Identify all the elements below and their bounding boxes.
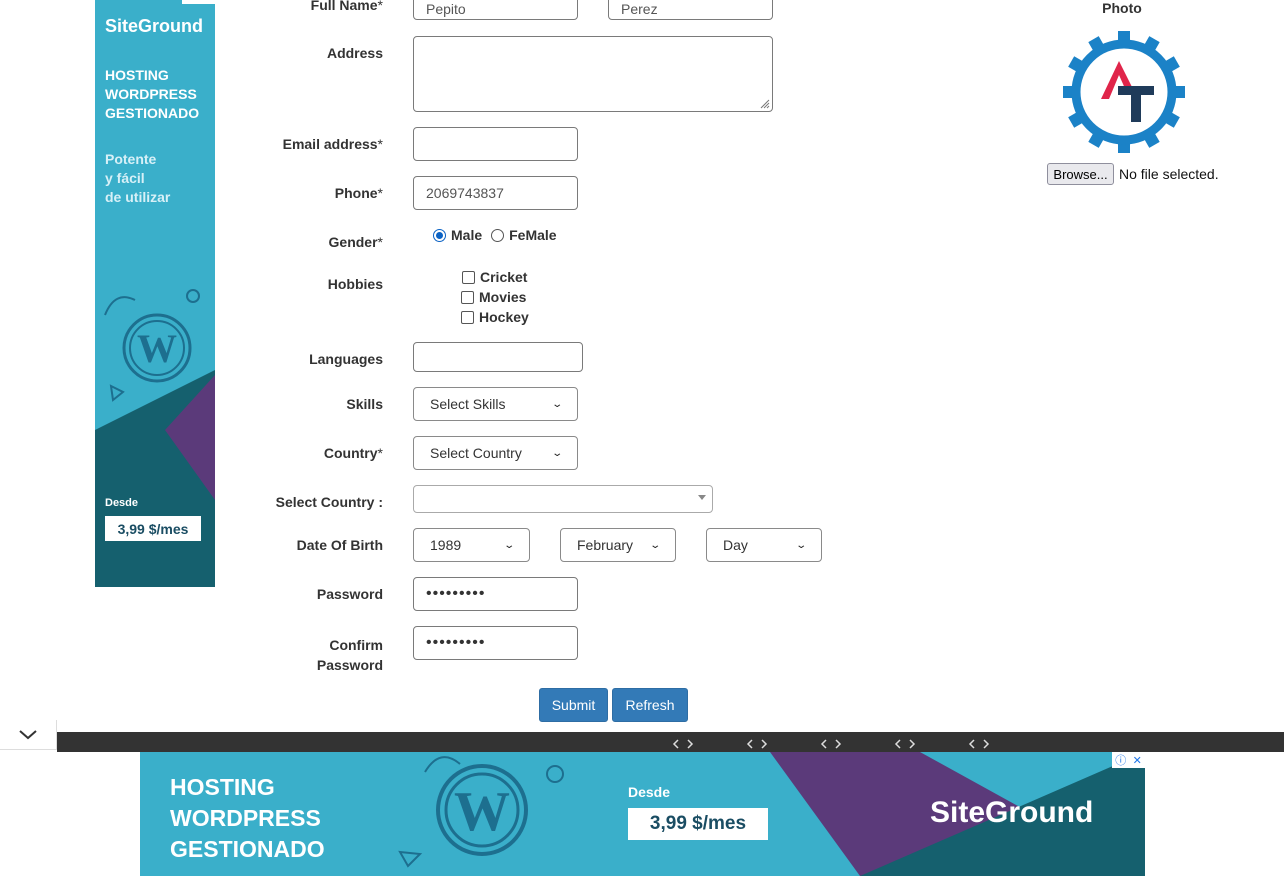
bottom-ad-headline: HOSTING WORDPRESS GESTIONADO xyxy=(170,774,325,862)
gender-female-radio[interactable] xyxy=(491,228,505,242)
svg-text:W: W xyxy=(137,326,177,371)
photo-label: Photo xyxy=(1102,0,1142,16)
chevron-down-icon: ⌄ xyxy=(794,539,807,551)
bottom-ad-brand: SiteGround xyxy=(930,796,1094,829)
no-file-text: No file selected. xyxy=(1119,166,1219,182)
email-field[interactable] xyxy=(413,127,578,161)
nav-bar xyxy=(57,732,1284,752)
resize-handle-icon[interactable] xyxy=(760,99,770,109)
chevron-down-icon xyxy=(19,729,37,739)
dob-label: Date Of Birth xyxy=(296,537,383,553)
password-label: Password xyxy=(316,586,383,602)
hobby-cricket[interactable]: Cricket xyxy=(462,269,527,285)
chevron-down-icon: ⌄ xyxy=(550,398,563,410)
dob-year-select[interactable]: 1989 ⌄ xyxy=(413,528,530,562)
gender-male-label: Male xyxy=(451,227,483,243)
first-name-input[interactable]: Pepito xyxy=(413,0,578,20)
confirm-password-field[interactable]: ••••••••• xyxy=(413,626,578,660)
ad-info-icon[interactable]: ⓘ xyxy=(1115,752,1126,768)
chevron-down-icon: ⌄ xyxy=(648,539,661,551)
bottom-ad-desde: Desde xyxy=(628,784,671,800)
side-ad-brand: SiteGround xyxy=(105,16,203,36)
side-ad-banner[interactable]: W SiteGround HOSTING WORDPRESS GESTIONADO … xyxy=(95,0,215,587)
photo-preview-logo xyxy=(1063,31,1185,153)
last-name-input[interactable]: Perez xyxy=(608,0,773,20)
hobby-hockey[interactable]: Hockey xyxy=(461,309,529,325)
bottom-ad-price: 3,99 $/mes xyxy=(628,808,768,840)
address-textarea[interactable] xyxy=(413,36,773,112)
gender-options: Male FeMale xyxy=(433,227,557,243)
hobby-movies-label: Movies xyxy=(479,289,527,305)
hobbies-label: Hobbies xyxy=(327,276,383,292)
phone-label: Phone* xyxy=(334,185,383,201)
hobby-cricket-label: Cricket xyxy=(480,269,528,285)
dob-day-select[interactable]: Day ⌄ xyxy=(706,528,822,562)
svg-text:W: W xyxy=(454,781,510,843)
refresh-button[interactable]: Refresh xyxy=(612,688,688,722)
dropdown-arrow-icon xyxy=(698,495,706,500)
ad-info-strip xyxy=(182,0,215,4)
full-name-label: Full Name* xyxy=(310,0,383,13)
chevron-down-icon: ⌄ xyxy=(502,539,515,551)
select-country-label: Select Country : xyxy=(275,494,383,510)
country-select[interactable]: Select Country ⌄ xyxy=(413,436,578,470)
chevron-down-icon: ⌄ xyxy=(550,447,563,459)
languages-input[interactable] xyxy=(413,342,583,372)
phone-field[interactable]: 2069743837 xyxy=(413,176,578,210)
hobby-cricket-checkbox[interactable] xyxy=(462,270,475,284)
nav-bar-icons xyxy=(672,739,990,749)
confirm-password-label: Confirm Password xyxy=(316,637,383,673)
collapse-ad-button[interactable] xyxy=(0,720,57,750)
side-ad-headline: HOSTING WORDPRESS GESTIONADO xyxy=(105,67,200,121)
hobby-hockey-checkbox[interactable] xyxy=(461,310,474,324)
email-label: Email address* xyxy=(282,136,383,152)
address-label: Address xyxy=(326,45,383,61)
side-ad-desde: Desde xyxy=(105,497,139,509)
skills-select[interactable]: Select Skills ⌄ xyxy=(413,387,578,421)
languages-label: Languages xyxy=(309,351,383,367)
country-label: Country* xyxy=(323,445,383,461)
dob-month-select[interactable]: February ⌄ xyxy=(560,528,676,562)
bottom-ad-banner[interactable]: W HOSTING WORDPRESS GESTIONADO Desde 3,99 … xyxy=(140,752,1145,876)
browse-button[interactable]: Browse... xyxy=(1047,163,1114,185)
side-ad-subline: Potente y fácil de utilizar xyxy=(105,151,171,205)
skills-label: Skills xyxy=(346,396,383,412)
side-ad-price: 3,99 $/mes xyxy=(105,516,201,541)
hobby-movies-checkbox[interactable] xyxy=(461,290,474,304)
submit-button[interactable]: Submit xyxy=(539,688,608,722)
close-icon[interactable]: ✕ xyxy=(1133,754,1142,767)
hobby-movies[interactable]: Movies xyxy=(461,289,526,305)
select-country-combobox[interactable] xyxy=(413,485,713,513)
gender-label: Gender* xyxy=(328,234,383,250)
gender-male-radio[interactable] xyxy=(433,228,446,242)
hobby-hockey-label: Hockey xyxy=(479,309,529,325)
password-field[interactable]: ••••••••• xyxy=(413,577,578,611)
gender-female-label: FeMale xyxy=(509,227,557,243)
ad-choices[interactable]: ⓘ ✕ xyxy=(1112,752,1145,768)
